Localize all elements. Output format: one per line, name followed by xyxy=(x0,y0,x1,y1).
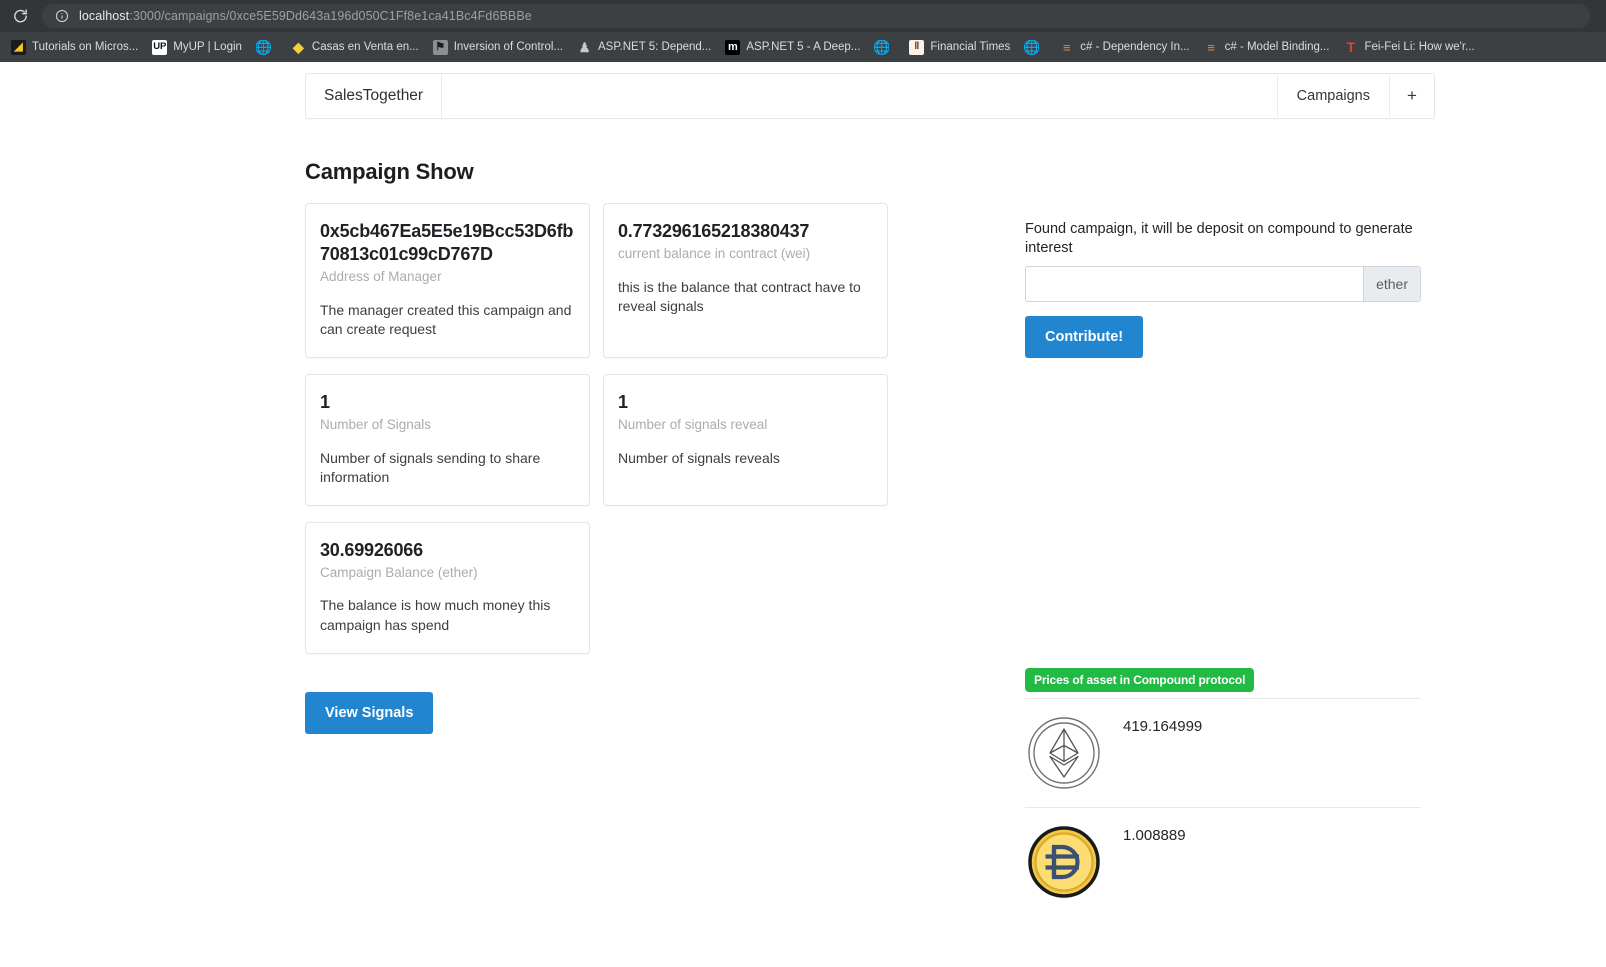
price-row-dai: 1.008889 xyxy=(1025,806,1421,916)
navbar-brand-label: SalesTogether xyxy=(324,87,424,104)
bookmark-label: Financial Times xyxy=(930,41,1011,53)
card-manager-address: 0x5cb467Ea5E5e19Bcc53D6fb70813c01c99cD76… xyxy=(305,203,590,358)
contribute-button[interactable]: Contribute! xyxy=(1025,315,1144,358)
contribute-unit-addon: ether xyxy=(1363,265,1421,302)
price-value: 419.164999 xyxy=(1123,717,1203,735)
url-path: :3000/campaigns/0xce5E59Dd643a196d050C1F… xyxy=(129,9,532,23)
bookmark-item[interactable]: ◆ Casas en Venta en... xyxy=(284,35,426,59)
bookmarks-bar: ◢ Tutorials on Micros... UP MyUP | Login 🌐 ◆ C… xyxy=(0,32,1606,62)
bookmark-label: ASP.NET 5: Depend... xyxy=(598,41,712,53)
bookmark-label: ASP.NET 5 - A Deep... xyxy=(746,41,861,53)
card-description: The manager created this campaign and ca… xyxy=(320,301,572,337)
casas-icon: ◆ xyxy=(293,39,304,55)
card-value: 0.773296165218380437 xyxy=(618,221,810,241)
card-contract-balance-wei: 0.773296165218380437 current balance in … xyxy=(603,203,888,358)
bookmark-label: Fei-Fei Li: How we'r... xyxy=(1364,41,1475,53)
card-meta: Number of Signals xyxy=(320,416,432,432)
bookmark-label: Inversion of Control... xyxy=(453,41,564,53)
contribute-amount-input[interactable] xyxy=(1025,265,1364,302)
card-number-of-signals: 1 Number of Signals Number of signals se… xyxy=(305,373,590,506)
bookmark-item[interactable]: 🌐 xyxy=(249,35,284,59)
card-description: The balance is how much money this campa… xyxy=(320,597,551,633)
address-bar-text: localhost:3000/campaigns/0xce5E59Dd643a1… xyxy=(79,9,532,23)
page-title: Campaign Show xyxy=(305,159,474,184)
plus-icon: + xyxy=(1407,86,1417,105)
two-column-layout: 0x5cb467Ea5E5e19Bcc53D6fb70813c01c99cD76… xyxy=(305,203,1435,916)
bookmark-item[interactable]: ≡ c# - Model Binding... xyxy=(1197,35,1337,59)
bookmark-label: c# - Dependency In... xyxy=(1080,41,1190,53)
dai-coin-icon xyxy=(1027,825,1101,899)
navbar-spacer xyxy=(442,74,1278,118)
ethereum-coin-icon xyxy=(1027,716,1101,790)
globe-icon: 🌐 xyxy=(874,39,890,55)
bookmark-item[interactable]: ♟ ASP.NET 5: Depend... xyxy=(570,35,718,59)
nav-item-campaigns-label: Campaigns xyxy=(1296,88,1370,104)
card-meta: current balance in contract (wei) xyxy=(618,246,811,262)
card-value: 0x5cb467Ea5E5e19Bcc53D6fb70813c01c99cD76… xyxy=(320,221,574,265)
card-row-2: 1 Number of Signals Number of signals se… xyxy=(305,373,1025,506)
page-content: SalesTogether Campaigns + Campaign Show … xyxy=(0,62,1606,967)
globe-icon: 🌐 xyxy=(255,39,271,55)
card-description: Number of signals sending to share infor… xyxy=(320,449,541,485)
browser-chrome: localhost:3000/campaigns/0xce5E59Dd643a1… xyxy=(0,0,1606,62)
url-host: localhost xyxy=(79,9,130,23)
bookmark-item[interactable]: T Fei-Fei Li: How we'r... xyxy=(1336,35,1481,59)
bookmark-item[interactable]: ≡ c# - Dependency In... xyxy=(1052,35,1196,59)
bookmark-label: Casas en Venta en... xyxy=(311,41,419,53)
card-campaign-balance: 30.69926066 Campaign Balance (ether) The… xyxy=(305,521,590,654)
info-circle-icon[interactable] xyxy=(54,8,70,24)
card-meta: Address of Manager xyxy=(320,269,442,285)
ted-icon: T xyxy=(1346,39,1356,55)
address-bar[interactable]: localhost:3000/campaigns/0xce5E59Dd643a1… xyxy=(42,4,1590,28)
app-navbar: SalesTogether Campaigns + xyxy=(305,73,1435,119)
view-signals-button[interactable]: View Signals xyxy=(305,691,434,734)
bookmark-item[interactable]: 🌐 xyxy=(867,35,902,59)
globe-icon: 🌐 xyxy=(1024,39,1040,55)
price-value: 1.008889 xyxy=(1123,826,1186,844)
microsoft-tutorials-icon: ◢ xyxy=(11,39,26,55)
card-meta: Campaign Balance (ether) xyxy=(320,564,478,580)
card-description: Number of signals reveals xyxy=(618,449,780,466)
bookmark-item[interactable]: m ASP.NET 5 - A Deep... xyxy=(718,35,867,59)
card-number-of-signals-reveal: 1 Number of signals reveal Number of sig… xyxy=(603,373,888,506)
contribute-column: Found campaign, it will be deposit on co… xyxy=(1025,203,1425,916)
medium-icon: m xyxy=(725,39,741,55)
nav-item-add-campaign[interactable]: + xyxy=(1390,74,1434,118)
bookmark-label: c# - Model Binding... xyxy=(1224,41,1330,53)
prices-badge: Prices of asset in Compound protocol xyxy=(1025,667,1255,692)
campaign-details-column: 0x5cb467Ea5E5e19Bcc53D6fb70813c01c99cD76… xyxy=(305,203,1025,734)
card-value: 1 xyxy=(618,391,628,412)
contribute-form-label: Found campaign, it will be deposit on co… xyxy=(1025,221,1413,256)
inversion-of-control-icon: ⚑ xyxy=(432,39,448,55)
bookmark-label: MyUP | Login xyxy=(173,41,242,53)
card-description: this is the balance that contract have t… xyxy=(618,278,861,314)
card-meta: Number of signals reveal xyxy=(618,416,768,432)
bookmark-item[interactable]: ⚑ Inversion of Control... xyxy=(426,35,570,59)
nav-item-campaigns[interactable]: Campaigns xyxy=(1278,74,1390,118)
bookmark-item[interactable]: ‖ Financial Times xyxy=(902,35,1017,59)
prices-section: Prices of asset in Compound protocol 419… xyxy=(1025,667,1425,916)
financial-times-icon: ‖ xyxy=(909,39,925,55)
bookmark-item[interactable]: ◢ Tutorials on Micros... xyxy=(4,35,145,59)
myup-icon: UP xyxy=(152,39,168,55)
navbar-brand[interactable]: SalesTogether xyxy=(306,74,443,118)
stackoverflow-icon: ≡ xyxy=(1063,39,1071,55)
bookmark-item[interactable]: UP MyUP | Login xyxy=(145,35,249,59)
omnibox-row: localhost:3000/campaigns/0xce5E59Dd643a1… xyxy=(0,0,1606,32)
reload-icon[interactable] xyxy=(6,2,34,30)
card-row-3: 30.69926066 Campaign Balance (ether) The… xyxy=(305,521,1025,654)
card-row-1: 0x5cb467Ea5E5e19Bcc53D6fb70813c01c99cD76… xyxy=(305,203,1025,358)
author-avatar-icon: ♟ xyxy=(578,39,591,55)
bookmark-item[interactable]: 🌐 xyxy=(1017,35,1052,59)
prices-list: 419.164999 1.008889 xyxy=(1025,697,1421,916)
card-value: 30.69926066 xyxy=(320,539,423,560)
stackoverflow-icon: ≡ xyxy=(1207,39,1215,55)
card-value: 1 xyxy=(320,391,330,412)
content-container: SalesTogether Campaigns + Campaign Show … xyxy=(305,62,1435,916)
price-row-ethereum: 419.164999 xyxy=(1025,697,1421,807)
contribute-input-group: ether xyxy=(1025,265,1421,302)
bookmark-label: Tutorials on Micros... xyxy=(32,41,139,53)
